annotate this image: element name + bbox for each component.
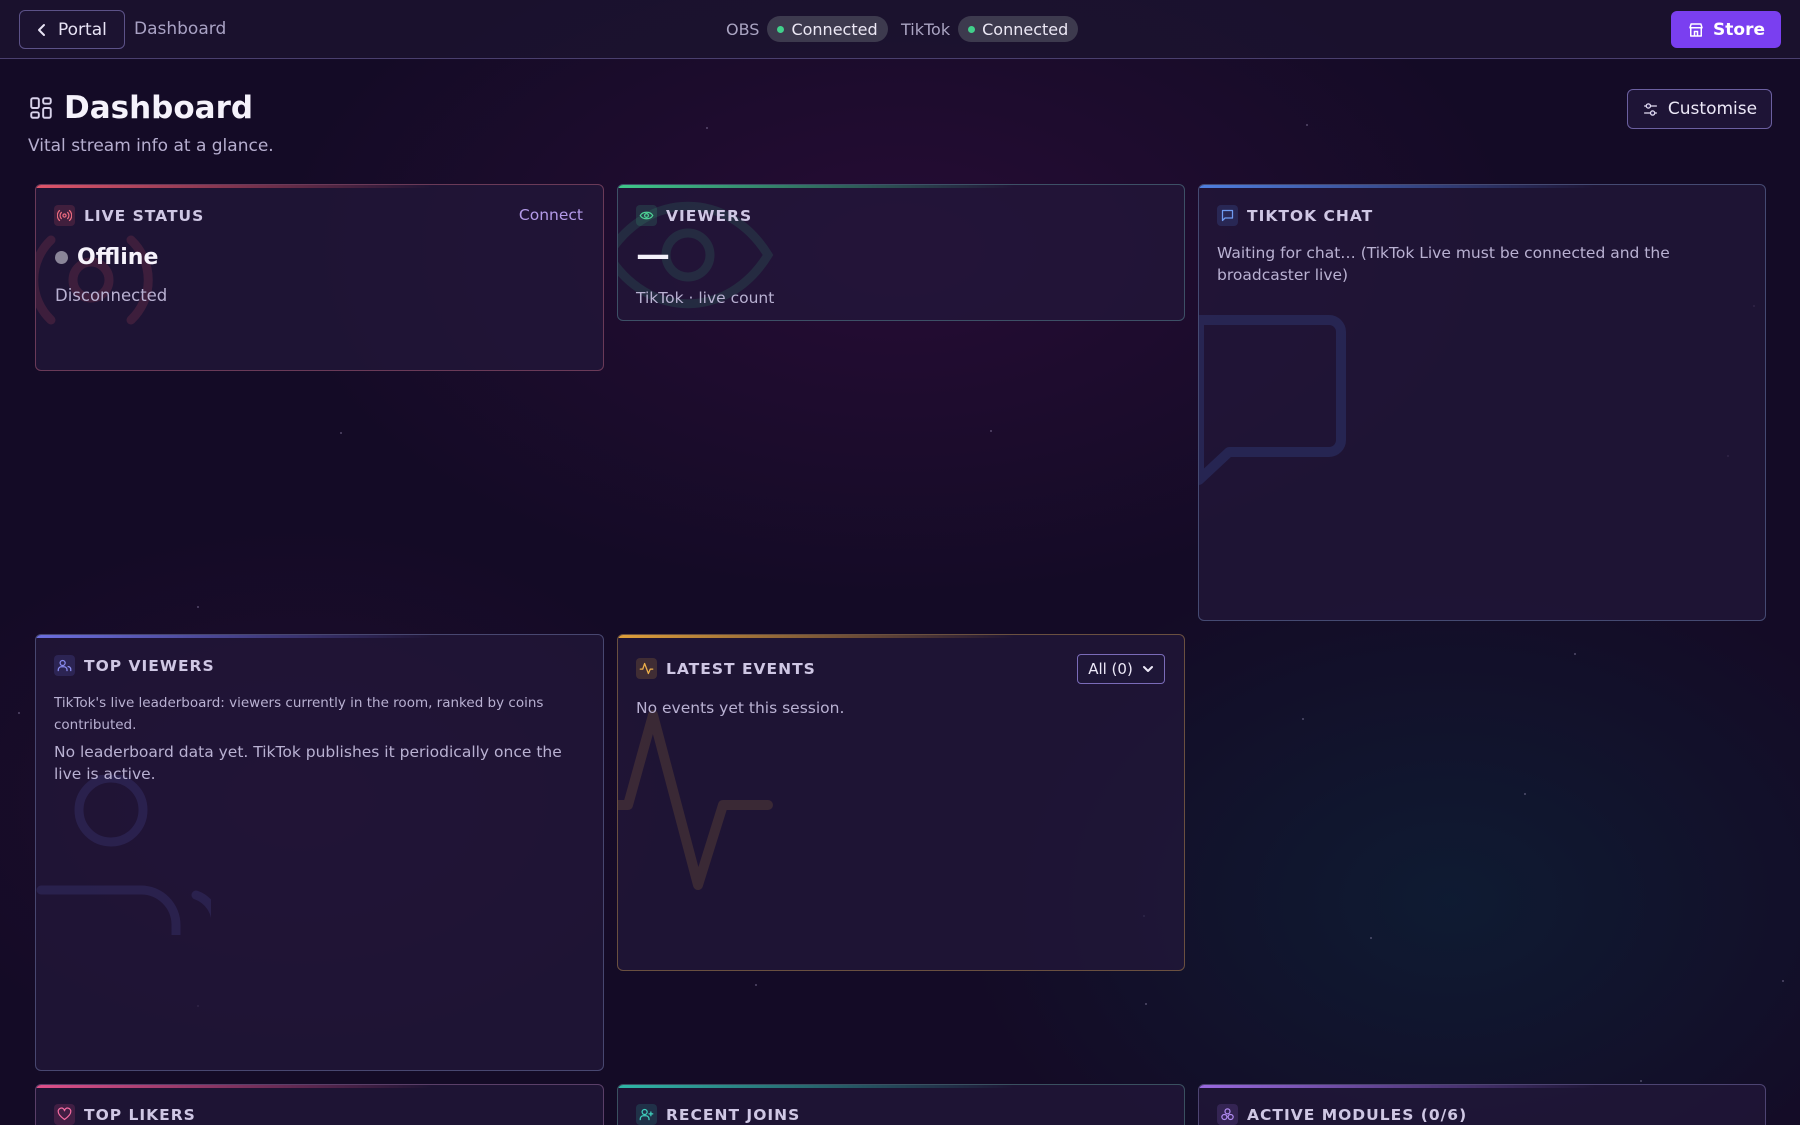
latest-events-title: LATEST EVENTS [666, 659, 816, 678]
active-modules-card: ACTIVE MODULES (0/6) [1198, 1084, 1766, 1125]
status-dot-icon [777, 25, 785, 33]
events-filter-value: All (0) [1088, 660, 1133, 678]
activity-watermark-icon [618, 710, 773, 890]
store-button[interactable]: Store [1671, 11, 1781, 48]
sliders-icon [1644, 102, 1657, 116]
modules-icon [1217, 1104, 1238, 1125]
chat-watermark-icon [1199, 315, 1346, 485]
obs-label: OBS [726, 19, 760, 39]
offline-dot-icon [55, 251, 68, 264]
live-status-detail: Disconnected [55, 286, 168, 305]
tiktok-status-text: Connected [982, 19, 1069, 39]
chat-bubble-icon [1217, 205, 1238, 226]
events-filter-select[interactable]: All (0) [1077, 654, 1165, 684]
live-status-title: LIVE STATUS [84, 206, 205, 225]
heart-icon [54, 1104, 75, 1125]
tiktok-chat-card: TIKTOK CHAT Waiting for chat… (TikTok Li… [1198, 184, 1766, 621]
live-state-text: Offline [77, 245, 159, 270]
viewers-caption: TikTok · live count [636, 289, 775, 307]
broadcast-icon [54, 205, 75, 226]
chevron-down-icon [1142, 666, 1153, 672]
top-viewers-description: TikTok's live leaderboard: viewers curre… [54, 695, 544, 733]
tiktok-connection: TikTok Connected [901, 16, 1079, 42]
page-subtitle: Vital stream info at a glance. [28, 136, 274, 156]
obs-status-badge: Connected [767, 16, 888, 42]
top-bar: Portal Dashboard OBS Connected TikTok Co… [0, 0, 1800, 59]
page-header: Dashboard Vital stream info at a glance. [28, 90, 274, 156]
activity-icon [636, 658, 657, 679]
obs-status-text: Connected [791, 19, 878, 39]
viewers-title: VIEWERS [666, 206, 753, 225]
back-to-portal-button[interactable]: Portal [19, 10, 125, 49]
live-state: Offline [55, 245, 158, 270]
viewers-count: — [636, 235, 670, 275]
page-title: Dashboard [64, 90, 254, 126]
breadcrumb: Dashboard [134, 19, 227, 39]
users-icon [54, 655, 75, 676]
top-likers-card: TOP LIKERS [35, 1084, 604, 1125]
tiktok-label: TikTok [901, 19, 951, 39]
users-watermark-icon [36, 775, 211, 935]
customise-button[interactable]: Customise [1627, 89, 1772, 129]
back-button-label: Portal [58, 19, 107, 40]
chat-empty-message: Waiting for chat… (TikTok Live must be c… [1217, 244, 1670, 284]
top-viewers-title: TOP VIEWERS [84, 656, 215, 675]
store-icon [1689, 22, 1703, 37]
top-viewers-card: TOP VIEWERS TikTok's live leaderboard: v… [35, 634, 604, 1071]
viewers-card: VIEWERS — TikTok · live count [617, 184, 1185, 321]
store-button-label: Store [1713, 19, 1765, 40]
recent-joins-title: RECENT JOINS [666, 1105, 801, 1124]
broadcast-watermark-icon [36, 235, 153, 325]
recent-joins-card: RECENT JOINS [617, 1084, 1185, 1125]
top-likers-title: TOP LIKERS [84, 1105, 196, 1124]
tiktok-status-badge: Connected [958, 16, 1079, 42]
chevron-left-icon [38, 23, 45, 36]
top-viewers-empty: No leaderboard data yet. TikTok publishe… [54, 743, 562, 783]
status-dot-icon [968, 25, 976, 33]
customise-button-label: Customise [1667, 99, 1758, 119]
events-empty: No events yet this session. [636, 699, 845, 717]
live-status-card: LIVE STATUS Connect Offline Disconnected [35, 184, 604, 371]
user-plus-icon [636, 1104, 657, 1125]
grid-icon [30, 97, 52, 119]
active-modules-title: ACTIVE MODULES (0/6) [1247, 1105, 1468, 1124]
connect-link[interactable]: Connect [519, 206, 583, 224]
latest-events-card: LATEST EVENTS No events yet this session… [617, 634, 1185, 971]
eye-icon [636, 205, 657, 226]
obs-connection: OBS Connected [726, 16, 888, 42]
tiktok-chat-title: TIKTOK CHAT [1247, 206, 1374, 225]
